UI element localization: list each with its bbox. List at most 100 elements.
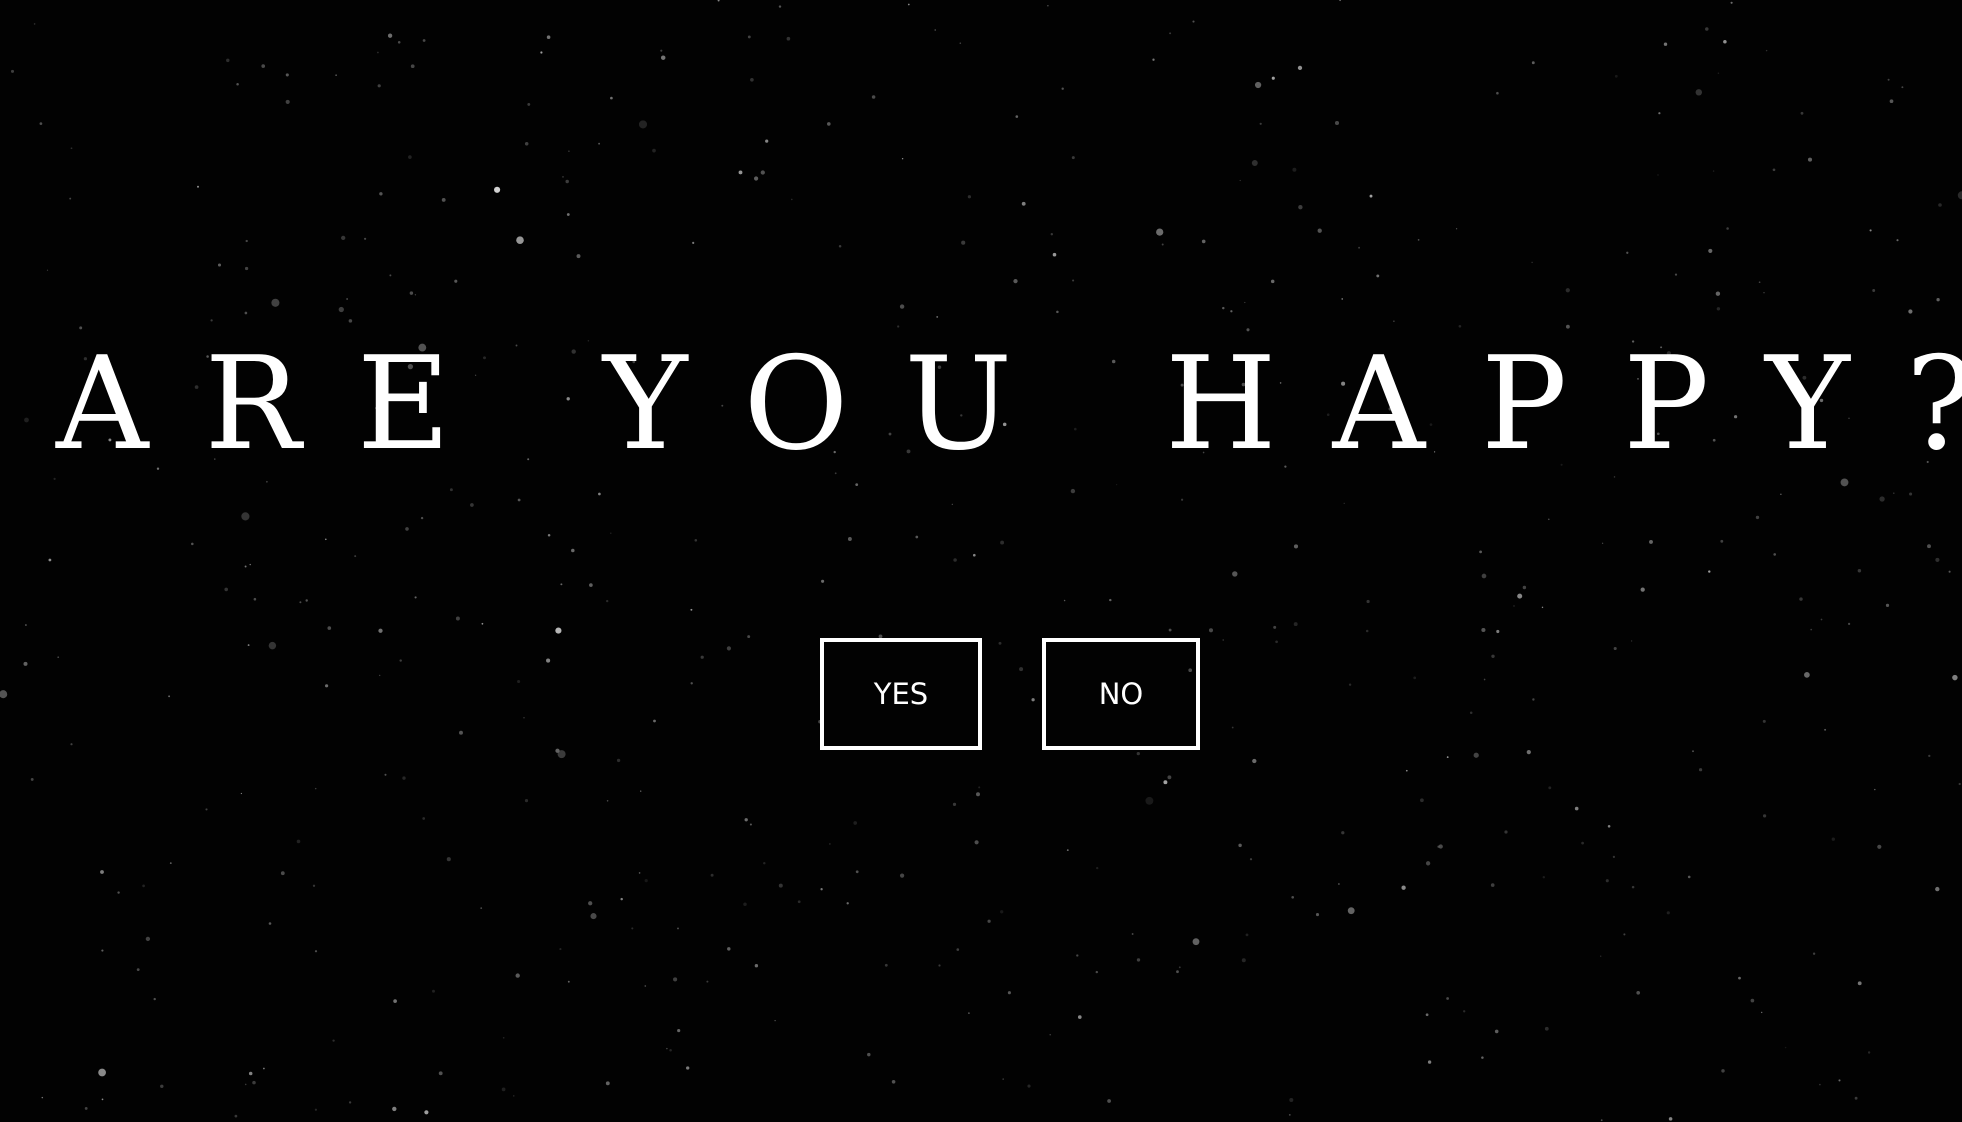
star	[1413, 676, 1417, 680]
star	[1730, 1, 1733, 4]
star	[1095, 970, 1099, 974]
star	[700, 655, 704, 659]
star	[961, 240, 966, 245]
star	[1481, 1056, 1484, 1059]
star	[1000, 910, 1004, 914]
yes-button[interactable]: YES	[820, 638, 982, 750]
star	[39, 122, 43, 125]
star	[513, 1095, 515, 1097]
star	[1887, 78, 1890, 81]
star	[1896, 239, 1899, 242]
star	[1762, 719, 1766, 723]
star	[727, 947, 731, 951]
star	[638, 120, 648, 129]
star	[379, 674, 381, 677]
star	[1799, 597, 1803, 601]
star	[79, 326, 83, 330]
star	[470, 503, 474, 507]
star	[1347, 907, 1355, 915]
star	[327, 626, 332, 630]
star	[1251, 160, 1258, 166]
star	[1376, 274, 1380, 278]
star	[1169, 32, 1172, 35]
star	[244, 565, 247, 568]
star	[117, 891, 120, 894]
star	[899, 304, 905, 309]
star	[1479, 550, 1482, 554]
star	[524, 799, 529, 803]
star	[1007, 991, 1011, 995]
star	[1948, 570, 1951, 573]
star	[956, 948, 960, 951]
star	[234, 1114, 238, 1118]
star	[1626, 251, 1629, 254]
star	[738, 170, 743, 175]
star	[1531, 261, 1533, 264]
star	[673, 977, 678, 982]
star	[1458, 324, 1462, 328]
star	[57, 656, 60, 659]
star	[240, 792, 243, 795]
star	[1491, 654, 1495, 659]
star	[299, 601, 302, 604]
star	[441, 197, 446, 202]
star	[1050, 233, 1054, 236]
star	[48, 558, 52, 562]
star	[1522, 585, 1527, 590]
star	[1163, 780, 1168, 785]
star	[1427, 1060, 1432, 1064]
star	[1181, 498, 1184, 501]
star	[571, 548, 575, 553]
star	[1425, 1013, 1429, 1017]
star	[987, 919, 991, 923]
star	[1755, 515, 1760, 520]
star	[754, 964, 759, 968]
star	[1348, 683, 1352, 686]
star	[348, 319, 353, 323]
star	[565, 179, 569, 184]
star	[1658, 112, 1661, 115]
star	[669, 1048, 672, 1052]
star	[974, 840, 979, 845]
star	[1167, 775, 1172, 780]
star	[142, 884, 145, 888]
star	[1532, 698, 1535, 701]
star	[377, 84, 381, 88]
star	[244, 1083, 247, 1086]
star	[1405, 769, 1408, 772]
star	[1548, 786, 1552, 790]
star	[1649, 539, 1653, 544]
star	[598, 142, 600, 145]
star	[384, 773, 387, 776]
star	[952, 802, 957, 807]
star	[953, 558, 957, 562]
star	[480, 907, 483, 909]
star	[1812, 952, 1816, 955]
star	[1063, 599, 1066, 602]
star	[160, 1084, 164, 1089]
star	[1513, 605, 1515, 607]
star	[1292, 167, 1297, 172]
star	[1420, 798, 1424, 803]
star	[1762, 814, 1767, 818]
star	[1705, 27, 1709, 31]
star	[589, 583, 593, 587]
no-button[interactable]: NO	[1042, 638, 1200, 750]
star	[454, 279, 458, 283]
star	[660, 55, 666, 60]
star	[1002, 1078, 1004, 1080]
star	[1192, 938, 1200, 946]
star	[1317, 228, 1322, 233]
star	[1252, 758, 1257, 764]
star	[972, 553, 976, 557]
star	[296, 839, 301, 844]
star	[314, 950, 318, 953]
star	[402, 776, 406, 780]
star	[191, 542, 194, 546]
star	[1239, 179, 1241, 182]
star	[855, 483, 859, 486]
star	[1343, 502, 1345, 505]
star	[249, 563, 251, 566]
star	[1334, 120, 1340, 126]
star	[644, 985, 647, 987]
